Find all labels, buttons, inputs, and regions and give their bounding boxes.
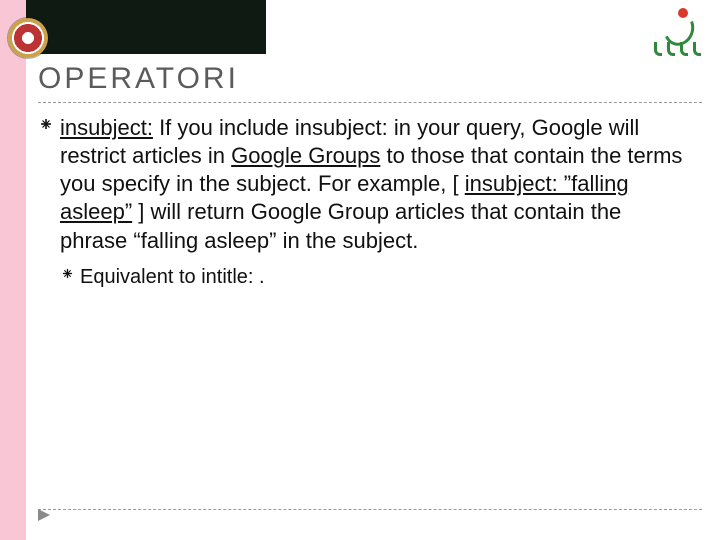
- institution-logo-icon: [648, 6, 706, 58]
- underlined-term: Google Groups: [231, 143, 380, 168]
- slide-title: OPERATORI: [38, 62, 239, 96]
- body-paragraph: insubject: If you include insubject: in …: [60, 114, 690, 255]
- sub-bullet-icon: [62, 265, 80, 279]
- divider-top: [38, 102, 702, 103]
- bullet-icon: [40, 114, 60, 130]
- underlined-term: insubject:: [60, 115, 153, 140]
- body-text-run: ] will return Google Group articles that…: [60, 199, 621, 252]
- header-dark-block: [26, 0, 266, 54]
- university-seal-icon: [8, 18, 48, 58]
- left-accent-bar: [0, 0, 26, 540]
- slide-content: insubject: If you include insubject: in …: [40, 114, 690, 290]
- next-arrow-icon: [38, 508, 52, 526]
- divider-bottom: [38, 509, 702, 510]
- sub-text: Equivalent to intitle: .: [80, 265, 265, 291]
